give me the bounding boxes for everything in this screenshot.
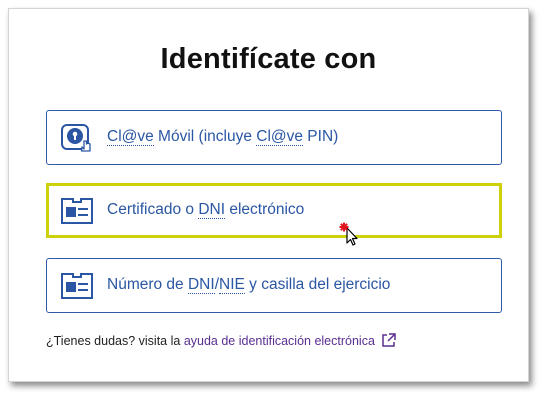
clave-movil-icon: [61, 124, 91, 152]
dni-abbr: DNI: [198, 201, 226, 219]
certificado-label-suffix: electrónico: [225, 201, 305, 218]
certificado-label-prefix: Certificado o: [107, 201, 199, 218]
dni-nie-label: Número de DNI/NIE y casilla del ejercici…: [107, 276, 390, 294]
mouse-cursor-icon: [339, 222, 358, 246]
help-text: ¿Tienes dudas? visita la ayuda de identi…: [46, 333, 396, 348]
certificado-dni-label: Certificado o DNI electrónico: [107, 201, 304, 219]
clave-movil-label-suffix: PIN): [303, 128, 339, 145]
certificado-dni-option[interactable]: Certificado o DNI electrónico: [46, 183, 502, 238]
identification-dialog: Identifícate con Cl@ve Móvil (incluye Cl…: [8, 8, 529, 382]
nie-abbr: NIE: [219, 276, 245, 294]
help-prefix: ¿Tienes dudas? visita la: [46, 334, 184, 348]
clave-abbr: Cl@ve: [107, 128, 154, 146]
dni-nie-casilla-option[interactable]: Número de DNI/NIE y casilla del ejercici…: [46, 258, 502, 313]
dni-abbr: DNI: [187, 276, 215, 294]
clave-movil-option[interactable]: Cl@ve Móvil (incluye Cl@ve PIN): [46, 110, 502, 165]
id-card-icon: [61, 198, 93, 224]
page-title: Identifícate con: [160, 43, 377, 75]
clave-movil-label-middle: Móvil (incluye: [153, 128, 257, 145]
id-card-icon: [61, 273, 93, 299]
external-link-icon[interactable]: [381, 333, 396, 348]
dni-nie-label-prefix: Número de: [107, 276, 188, 293]
clave-movil-label: Cl@ve Móvil (incluye Cl@ve PIN): [107, 128, 338, 146]
clave-abbr: Cl@ve: [256, 128, 303, 146]
dni-nie-label-suffix: y casilla del ejercicio: [244, 276, 391, 293]
help-link[interactable]: ayuda de identificación electrónica: [184, 334, 375, 348]
